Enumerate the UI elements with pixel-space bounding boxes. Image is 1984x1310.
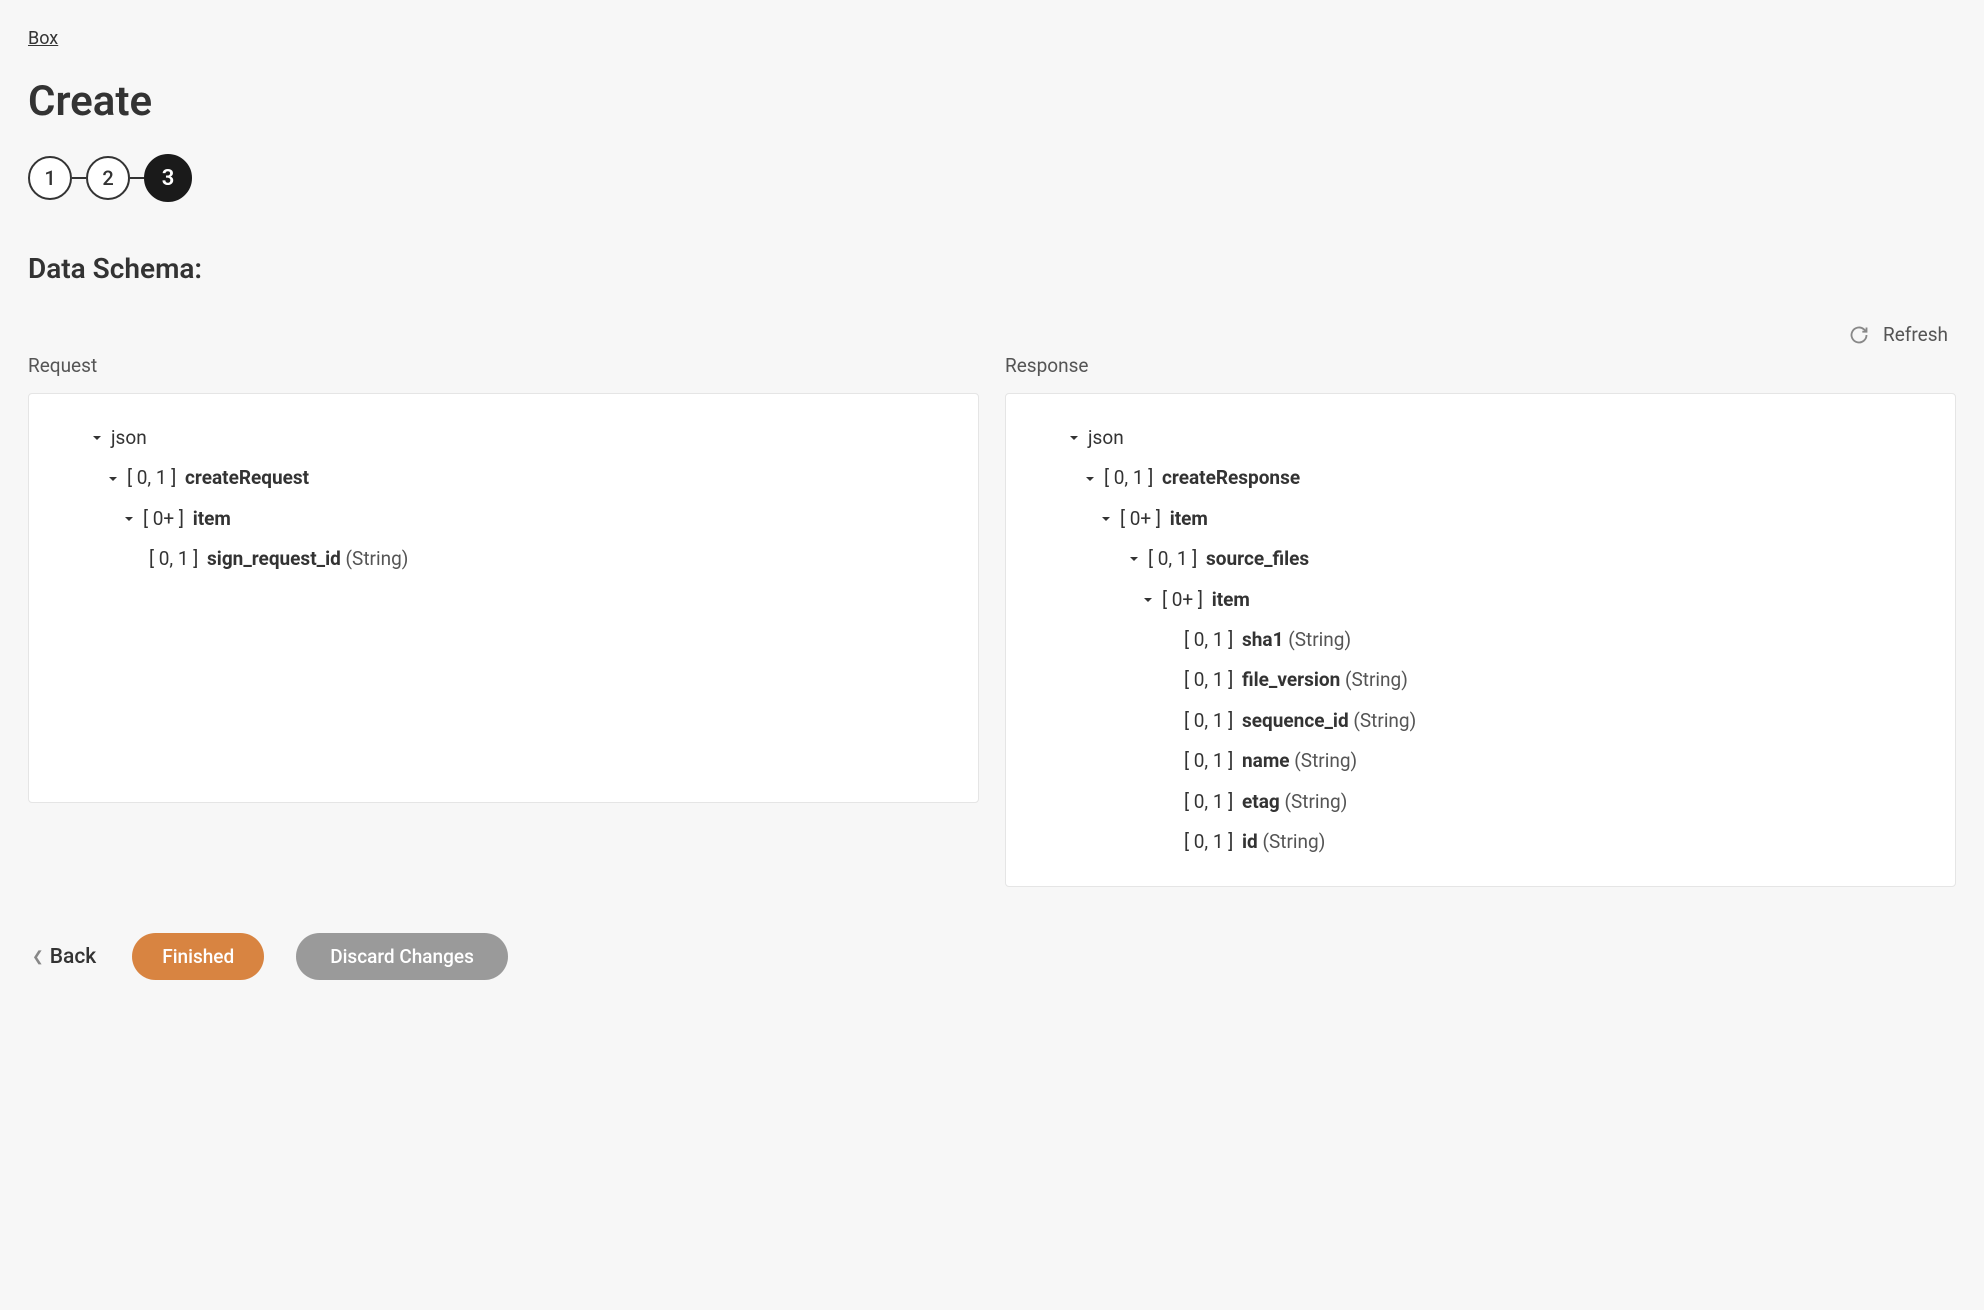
tree-node-label: [ 0, 1 ] sign_request_id (String)	[149, 544, 408, 574]
tree-node-label: [ 0, 1 ] etag (String)	[1184, 787, 1347, 817]
tree-node-label: [ 0, 1 ] createRequest	[127, 463, 309, 493]
tree-node-item[interactable]: [ 0+ ] item	[1026, 499, 1935, 539]
finished-button[interactable]: Finished	[132, 933, 264, 980]
request-panel: json [ 0, 1 ] createRequest [ 0+ ]	[28, 393, 979, 803]
response-column: Response json [ 0, 1 ] createResponse	[1005, 354, 1956, 887]
chevron-down-icon[interactable]	[1140, 592, 1156, 608]
tree-node-label: json	[111, 423, 147, 453]
request-label: Request	[28, 354, 979, 377]
chevron-down-icon[interactable]	[121, 511, 137, 527]
back-label: Back	[50, 945, 97, 969]
tree-node-label: [ 0, 1 ] sha1 (String)	[1184, 625, 1351, 655]
discard-changes-button[interactable]: Discard Changes	[296, 933, 508, 980]
page-title: Create	[28, 77, 1956, 126]
tree-node-createresponse[interactable]: [ 0, 1 ] createResponse	[1026, 458, 1935, 498]
tree-leaf-etag[interactable]: [ 0, 1 ] etag (String)	[1026, 782, 1935, 822]
refresh-icon	[1849, 325, 1869, 345]
step-connector	[72, 177, 86, 179]
tree-leaf-id[interactable]: [ 0, 1 ] id (String)	[1026, 822, 1935, 862]
tree-node-item[interactable]: [ 0+ ] item	[49, 499, 958, 539]
tree-node-source-files[interactable]: [ 0, 1 ] source_files	[1026, 539, 1935, 579]
stepper: 1 2 3	[28, 154, 1956, 202]
tree-node-label: [ 0, 1 ] createResponse	[1104, 463, 1300, 493]
step-3[interactable]: 3	[144, 154, 192, 202]
chevron-down-icon[interactable]	[1066, 430, 1082, 446]
tree-leaf-name[interactable]: [ 0, 1 ] name (String)	[1026, 741, 1935, 781]
tree-leaf-file-version[interactable]: [ 0, 1 ] file_version (String)	[1026, 660, 1935, 700]
chevron-down-icon[interactable]	[105, 471, 121, 487]
tree-node-label: [ 0+ ] item	[1162, 585, 1250, 615]
breadcrumb-link-box[interactable]: Box	[28, 28, 58, 49]
chevron-down-icon[interactable]	[1126, 551, 1142, 567]
chevron-down-icon[interactable]	[1098, 511, 1114, 527]
tree-node-createrequest[interactable]: [ 0, 1 ] createRequest	[49, 458, 958, 498]
tree-node-label: [ 0, 1 ] file_version (String)	[1184, 665, 1408, 695]
footer-actions: ❮ Back Finished Discard Changes	[28, 933, 1956, 980]
step-2[interactable]: 2	[86, 156, 130, 200]
tree-node-label: [ 0, 1 ] source_files	[1148, 544, 1309, 574]
tree-node-label: [ 0, 1 ] name (String)	[1184, 746, 1357, 776]
refresh-button[interactable]: Refresh	[1849, 323, 1948, 346]
back-button[interactable]: ❮ Back	[32, 945, 96, 969]
tree-node-json[interactable]: json	[1026, 418, 1935, 458]
tree-leaf-sha1[interactable]: [ 0, 1 ] sha1 (String)	[1026, 620, 1935, 660]
tree-leaf-sequence-id[interactable]: [ 0, 1 ] sequence_id (String)	[1026, 701, 1935, 741]
tree-node-json[interactable]: json	[49, 418, 958, 458]
step-connector	[130, 177, 144, 179]
tree-node-label: [ 0, 1 ] sequence_id (String)	[1184, 706, 1416, 736]
chevron-left-icon: ❮	[32, 949, 44, 965]
tree-node-item[interactable]: [ 0+ ] item	[1026, 580, 1935, 620]
tree-leaf-sign-request-id[interactable]: [ 0, 1 ] sign_request_id (String)	[49, 539, 958, 579]
step-1[interactable]: 1	[28, 156, 72, 200]
section-title: Data Schema:	[28, 252, 1956, 285]
response-label: Response	[1005, 354, 1956, 377]
refresh-label: Refresh	[1883, 323, 1948, 346]
breadcrumb: Box	[28, 28, 1956, 49]
tree-node-label: [ 0+ ] item	[1120, 504, 1208, 534]
response-panel: json [ 0, 1 ] createResponse [ 0+ ]	[1005, 393, 1956, 887]
request-column: Request json [ 0, 1 ] createRequest	[28, 354, 979, 887]
tree-node-label: [ 0, 1 ] id (String)	[1184, 827, 1325, 857]
chevron-down-icon[interactable]	[1082, 471, 1098, 487]
chevron-down-icon[interactable]	[89, 430, 105, 446]
tree-node-label: json	[1088, 423, 1124, 453]
tree-node-label: [ 0+ ] item	[143, 504, 231, 534]
